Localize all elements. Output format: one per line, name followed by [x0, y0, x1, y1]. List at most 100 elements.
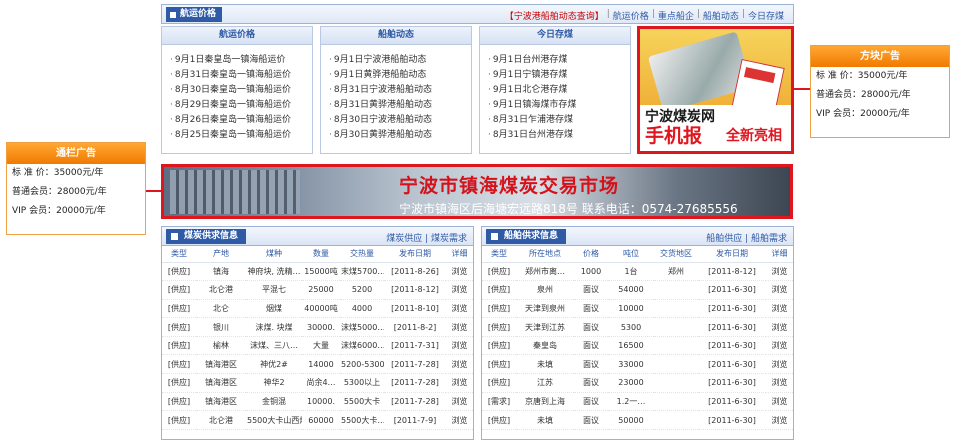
table-cell[interactable]: [供应] — [482, 280, 516, 300]
view-link[interactable]: 浏览 — [446, 410, 473, 430]
table-row: [供应] 天津到江苏 面议 5300 [2011-6-30] 浏览 — [482, 317, 793, 337]
list-item[interactable]: 9月1日宁波港船舶动态 — [329, 53, 471, 68]
view-link[interactable]: 浏览 — [766, 410, 793, 430]
view-link[interactable]: 浏览 — [766, 262, 793, 282]
view-link[interactable]: 浏览 — [766, 392, 793, 412]
table-cell[interactable]: 神华2 — [246, 373, 302, 393]
table-cell[interactable]: [供应] — [162, 336, 196, 356]
shipping-price-link[interactable]: 航运价格 — [610, 9, 652, 22]
table-cell[interactable]: 面议 — [574, 280, 608, 300]
list-item[interactable]: 8月30日黄骅港船舶动态 — [329, 128, 471, 143]
coal-supply-table: 煤炭供求信息 煤炭供应 | 煤炭需求 类型 产地 煤种 数量 交热量 发布日期 详细 [供应]… — [161, 226, 474, 440]
table-cell[interactable]: [供应] — [162, 262, 196, 282]
coal-market-banner-ad[interactable]: 宁波市镇海煤炭交易市场 宁波市镇海区后海塘宏远路818号 联系电话：0574-2… — [161, 164, 793, 219]
table-cell[interactable]: 神府块, 洗精… — [246, 262, 302, 282]
table-cell[interactable]: 面议 — [574, 410, 608, 430]
table-cell[interactable]: [供应] — [482, 299, 516, 319]
view-link[interactable]: 浏览 — [446, 299, 473, 319]
list-item[interactable]: 9月1日宁镇港存煤 — [488, 68, 630, 83]
view-link[interactable]: 浏览 — [766, 336, 793, 356]
table-links[interactable]: 船舶供应 | 船舶需求 — [706, 231, 787, 244]
list-item[interactable]: 8月31日宁波港船舶动态 — [329, 83, 471, 98]
list-item[interactable]: 9月1日秦皇岛一镇海船运价 — [170, 53, 312, 68]
panel-title[interactable]: 今日存煤 — [480, 27, 630, 45]
view-link[interactable]: 浏览 — [766, 280, 793, 300]
table-cell[interactable]: [供应] — [162, 354, 196, 375]
table-links[interactable]: 煤炭供应 | 煤炭需求 — [386, 231, 467, 244]
table-cell[interactable]: 沫煤. 块煤 — [246, 317, 302, 337]
table-cell[interactable]: [供应] — [482, 373, 516, 393]
table-cell[interactable]: 1000 — [574, 262, 608, 282]
column-header: 交热量 — [340, 246, 384, 263]
table-cell: 54000 — [608, 280, 654, 300]
list-item[interactable]: 8月31日黄骅港船舶动态 — [329, 98, 471, 113]
table-cell[interactable]: [供应] — [482, 354, 516, 375]
list-item[interactable]: 8月30日秦皇岛一镇海船运价 — [170, 83, 312, 98]
table-cell[interactable]: 平混七 — [246, 280, 302, 300]
list-item[interactable]: 9月1日北仑港存煤 — [488, 83, 630, 98]
table-cell[interactable]: 面议 — [574, 317, 608, 337]
view-link[interactable]: 浏览 — [446, 392, 473, 412]
table-cell: [2011-8-10] — [384, 299, 446, 319]
list-item[interactable]: 9月1日黄骅港船舶动态 — [329, 68, 471, 83]
table-cell[interactable]: [供应] — [162, 410, 196, 430]
table-cell[interactable]: 面议 — [574, 392, 608, 412]
key-shipping-companies-link[interactable]: 重点船企 — [655, 9, 697, 22]
table-cell[interactable]: 沫煤、三八… — [246, 336, 302, 356]
view-link[interactable]: 浏览 — [766, 354, 793, 375]
table-cell: 镇海港区 — [196, 392, 246, 412]
list-item[interactable]: 8月30日宁波港船舶动态 — [329, 113, 471, 128]
table-row: [供应] 天津到泉州 面议 10000 [2011-6-30] 浏览 — [482, 299, 793, 319]
table-cell[interactable]: [供应] — [162, 392, 196, 412]
view-link[interactable]: 浏览 — [766, 373, 793, 393]
table-cell: [2011-7-28] — [384, 354, 446, 375]
table-cell[interactable]: 神优2# — [246, 354, 302, 375]
table-cell: 榆林 — [196, 336, 246, 356]
panel-title[interactable]: 船舶动态 — [321, 27, 471, 45]
table-cell[interactable]: [供应] — [482, 410, 516, 430]
table-cell: 沫煤5000… — [340, 317, 384, 337]
table-cell[interactable]: [需求] — [482, 392, 516, 412]
list-item[interactable]: 8月31日秦皇岛一镇海船运价 — [170, 68, 312, 83]
view-link[interactable]: 浏览 — [446, 354, 473, 375]
table-cell[interactable]: 金铜混 — [246, 392, 302, 412]
table-cell[interactable]: 面议 — [574, 299, 608, 319]
view-link[interactable]: 浏览 — [446, 317, 473, 337]
today-coal-stock-link[interactable]: 今日存煤 — [745, 9, 787, 22]
view-link[interactable]: 浏览 — [446, 262, 473, 282]
table-title[interactable]: 煤炭供求信息 — [166, 229, 247, 244]
view-link[interactable]: 浏览 — [446, 336, 473, 356]
panel-title[interactable]: 航运价格 — [162, 27, 312, 45]
table-cell: 10000. — [302, 392, 340, 412]
table-cell[interactable]: 面议 — [574, 354, 608, 375]
list-item[interactable]: 8月25日秦皇岛一镇海船运价 — [170, 128, 312, 143]
list-item[interactable]: 8月31日台州港存煤 — [488, 128, 630, 143]
table-row: [供应] 榆林 沫煤、三八… 大量 沫煤6000… [2011-7-31] 浏览 — [162, 336, 473, 356]
table-cell[interactable]: [供应] — [162, 373, 196, 393]
table-cell[interactable]: 面议 — [574, 336, 608, 356]
list-item[interactable]: 8月29日秦皇岛一镇海船运价 — [170, 98, 312, 113]
list-item[interactable]: 9月1日镇海煤市存煤 — [488, 98, 630, 113]
column-header: 详细 — [766, 246, 793, 263]
list-item[interactable]: 8月31日乍浦港存煤 — [488, 113, 630, 128]
view-link[interactable]: 浏览 — [766, 317, 793, 337]
table-cell[interactable]: 烟煤 — [246, 299, 302, 319]
table-title[interactable]: 船舶供求信息 — [486, 229, 567, 244]
table-cell[interactable]: [供应] — [162, 299, 196, 319]
table-cell: 秦皇岛 — [516, 336, 574, 356]
table-cell[interactable]: [供应] — [162, 317, 196, 337]
table-cell[interactable]: [供应] — [482, 262, 516, 282]
table-cell[interactable]: [供应] — [482, 336, 516, 356]
mobile-paper-square-ad[interactable]: 宁波煤炭网 手机报 全新亮相 — [637, 26, 794, 154]
table-cell[interactable]: [供应] — [162, 280, 196, 300]
view-link[interactable]: 浏览 — [766, 299, 793, 319]
list-item[interactable]: 9月1日台州港存煤 — [488, 53, 630, 68]
list-item[interactable]: 8月26日秦皇岛一镇海船运价 — [170, 113, 312, 128]
ship-dynamics-link[interactable]: 船舶动态 — [700, 9, 742, 22]
table-cell[interactable]: 面议 — [574, 373, 608, 393]
table-cell[interactable]: 5500大卡山西煤 — [246, 410, 302, 430]
table-cell[interactable]: [供应] — [482, 317, 516, 337]
port-ship-query-link[interactable]: 【宁波港船舶动态查询】 — [502, 9, 607, 22]
view-link[interactable]: 浏览 — [446, 280, 473, 300]
view-link[interactable]: 浏览 — [446, 373, 473, 393]
